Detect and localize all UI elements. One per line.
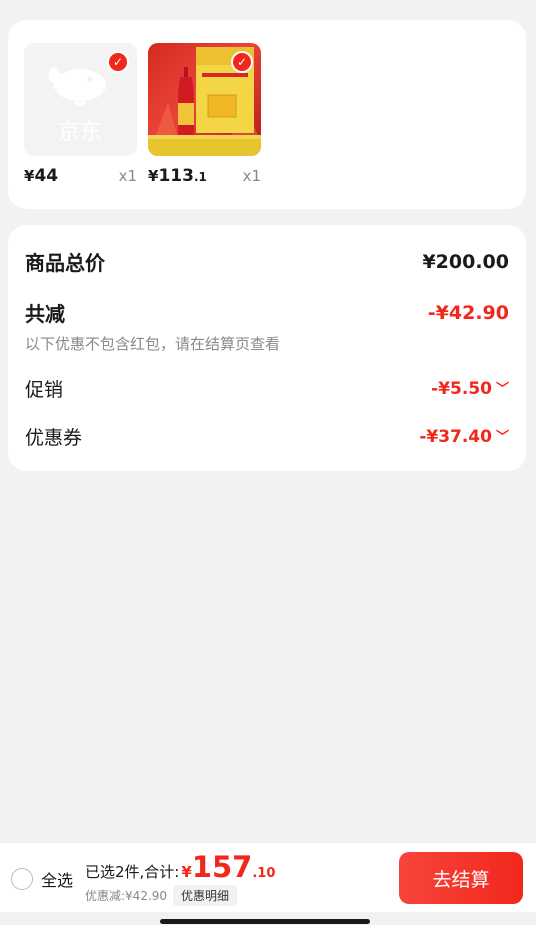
total-price-value: ¥200.00 bbox=[422, 250, 509, 273]
promotion-row[interactable]: 促销 -¥5.50 ﹀ bbox=[25, 375, 509, 402]
discount-note: 以下优惠不包含红包，请在结算页查看 bbox=[25, 335, 281, 353]
select-all-label[interactable]: 全选 bbox=[41, 867, 73, 891]
product-item[interactable]: 京东 ✓ ¥44 x1 bbox=[24, 43, 137, 186]
total-block: 已选2件,合计: ¥ 157 .10 优惠减:¥42.90 优惠明细 bbox=[85, 849, 275, 906]
product-quantity: x1 bbox=[118, 167, 137, 185]
product-price: ¥113.1 bbox=[148, 166, 207, 186]
checkout-bar: 全选 已选2件,合计: ¥ 157 .10 优惠减:¥42.90 优惠明细 去结… bbox=[0, 842, 536, 912]
product-price: ¥44 bbox=[24, 166, 59, 186]
product-image[interactable]: ✓ bbox=[148, 43, 261, 156]
chevron-down-icon[interactable]: ﹀ bbox=[496, 426, 509, 445]
total-price-row: 商品总价 ¥200.00 bbox=[25, 247, 509, 276]
coupon-value[interactable]: -¥37.40 ﹀ bbox=[419, 427, 509, 447]
checkout-button[interactable]: 去结算 bbox=[399, 852, 523, 904]
coupon-row[interactable]: 优惠券 -¥37.40 ﹀ bbox=[25, 423, 509, 450]
checked-icon[interactable]: ✓ bbox=[107, 51, 129, 73]
total-amount-decimal: .10 bbox=[252, 866, 276, 881]
total-amount: 157 bbox=[191, 850, 253, 884]
reduction-row: 共减 -¥42.90 bbox=[25, 298, 509, 327]
select-all-radio[interactable] bbox=[11, 868, 33, 890]
promotion-value[interactable]: -¥5.50 ﹀ bbox=[431, 379, 509, 399]
product-item[interactable]: ✓ ¥113.1 x1 bbox=[148, 43, 261, 186]
total-currency: ¥ bbox=[181, 863, 192, 881]
total-price-label: 商品总价 bbox=[25, 251, 105, 275]
select-all-toggle[interactable]: 全选 bbox=[11, 867, 73, 891]
selected-products-card: 京东 ✓ ¥44 x1 ✓ ¥113.1 x1 bbox=[8, 20, 526, 209]
svg-text:京东: 京东 bbox=[58, 120, 102, 145]
checked-icon[interactable]: ✓ bbox=[231, 51, 253, 73]
product-image-placeholder[interactable]: 京东 ✓ bbox=[24, 43, 137, 156]
selected-count-text: 已选2件,合计: bbox=[85, 863, 180, 881]
coupon-label: 优惠券 bbox=[25, 427, 83, 449]
chevron-down-icon[interactable]: ﹀ bbox=[496, 378, 509, 397]
home-indicator bbox=[160, 919, 370, 924]
product-quantity: x1 bbox=[242, 167, 261, 185]
discount-detail-button[interactable]: 优惠明细 bbox=[173, 885, 238, 906]
price-summary-card: 商品总价 ¥200.00 共减 -¥42.90 以下优惠不包含红包，请在结算页查… bbox=[8, 225, 526, 471]
discount-amount-text: 优惠减:¥42.90 bbox=[85, 889, 168, 903]
reduction-label: 共减 bbox=[25, 302, 65, 326]
reduction-value: -¥42.90 bbox=[427, 301, 509, 324]
promotion-label: 促销 bbox=[25, 379, 64, 401]
